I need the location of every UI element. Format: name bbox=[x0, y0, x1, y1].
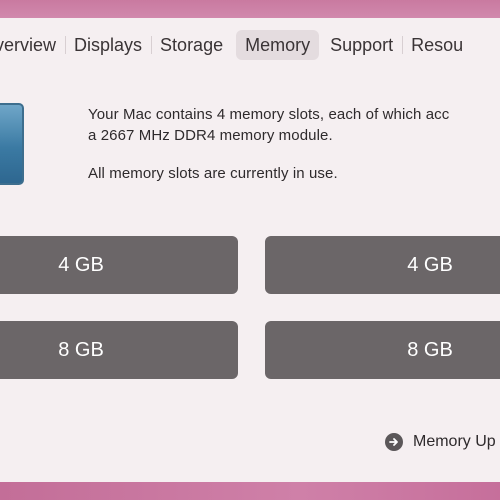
system-information-window: verview Displays Storage Memory Support … bbox=[0, 18, 500, 482]
tab-bar: verview Displays Storage Memory Support … bbox=[0, 30, 500, 60]
memory-slot-1-size: 4 GB bbox=[58, 254, 104, 276]
memory-slot-4: 8 GB bbox=[265, 321, 500, 379]
memory-description-line-1: Your Mac contains 4 memory slots, each o… bbox=[88, 106, 450, 123]
tab-storage[interactable]: Storage bbox=[151, 30, 232, 60]
memory-slot-1: 4 GB bbox=[0, 236, 238, 294]
memory-slot-2: 4 GB bbox=[265, 236, 500, 294]
memory-slot-4-size: 8 GB bbox=[407, 339, 453, 361]
tab-displays[interactable]: Displays bbox=[65, 30, 151, 60]
memory-status-text: All memory slots are currently in use. bbox=[88, 165, 338, 182]
memory-slot-3: 8 GB bbox=[0, 321, 238, 379]
tab-resources[interactable]: Resou bbox=[402, 30, 472, 60]
arrow-right-circle-icon bbox=[385, 433, 403, 451]
memory-slot-3-size: 8 GB bbox=[58, 339, 104, 361]
tab-memory[interactable]: Memory bbox=[236, 30, 320, 60]
tab-support[interactable]: Support bbox=[321, 30, 402, 60]
memory-upgrade-label: Memory Up bbox=[413, 433, 496, 450]
desktop-background-bottom bbox=[0, 482, 500, 500]
memory-upgrade-link[interactable]: Memory Up bbox=[385, 433, 496, 451]
desktop-background-top bbox=[0, 0, 500, 18]
memory-description-line-2: a 2667 MHz DDR4 memory module. bbox=[88, 127, 333, 144]
tab-overview[interactable]: verview bbox=[0, 30, 65, 60]
memory-slot-2-size: 4 GB bbox=[407, 254, 453, 276]
memory-chip-icon bbox=[0, 103, 24, 185]
